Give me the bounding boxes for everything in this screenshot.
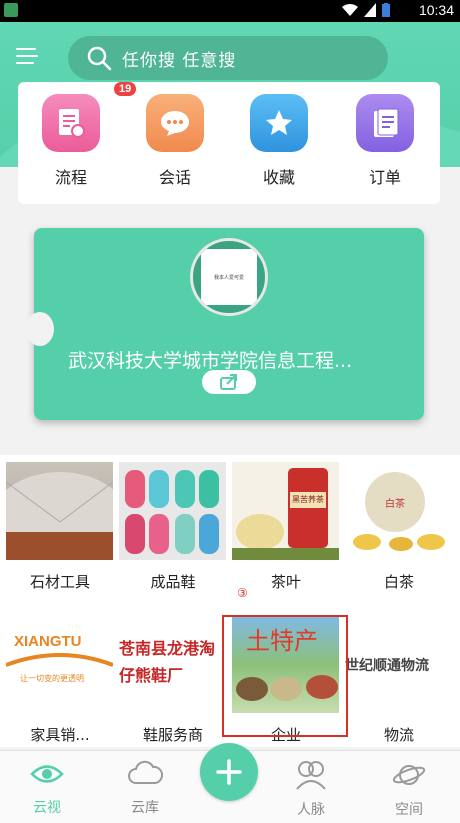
nav-label: 云视 bbox=[33, 800, 61, 816]
product-tile[interactable]: 黑苦荞茶 茶叶 bbox=[232, 462, 340, 592]
search-bar[interactable]: 任你搜 任意搜 bbox=[68, 36, 388, 80]
product-image-shoe-factory: 苍南县龙港淘仔熊鞋厂 bbox=[119, 615, 226, 713]
avatar-image: 我本人爱可爱 bbox=[201, 249, 257, 305]
product-tile[interactable]: 苍南县龙港淘仔熊鞋厂 鞋服务商 bbox=[119, 615, 227, 745]
quick-action-orders[interactable]: 订单 bbox=[350, 94, 420, 188]
plus-icon bbox=[216, 759, 242, 785]
organization-name: 武汉科技大学城市学院信息工程... bbox=[68, 350, 353, 372]
product-image-text: 黑苦荞茶 bbox=[292, 495, 324, 504]
planet-icon bbox=[392, 765, 426, 785]
logo-text: XIANGTU bbox=[14, 633, 82, 650]
nav-label: 空间 bbox=[395, 802, 423, 818]
annotation-marker: ③ bbox=[237, 586, 248, 600]
product-image-stone-tools bbox=[6, 462, 113, 560]
share-icon bbox=[220, 374, 237, 390]
star-icon bbox=[250, 94, 308, 152]
logo-subtext: 让一切变的更透明 bbox=[20, 674, 84, 683]
product-tile[interactable]: 白茶 白茶 bbox=[345, 462, 453, 592]
product-grid: 石材工具 成品鞋 黑苦荞茶 茶叶 白茶 白茶 XIANGTU 让一切变的更透明 … bbox=[0, 455, 460, 747]
battery-icon bbox=[382, 3, 390, 17]
nav-label: 云库 bbox=[131, 800, 159, 816]
search-icon bbox=[87, 46, 112, 71]
chat-icon bbox=[146, 94, 204, 152]
search-placeholder: 任你搜 任意搜 bbox=[122, 50, 237, 71]
product-caption: 茶叶 bbox=[270, 573, 301, 591]
nav-item-renmai[interactable]: 人脉 bbox=[276, 759, 346, 819]
add-button[interactable] bbox=[200, 743, 258, 801]
status-bar: 10:34 bbox=[0, 0, 460, 22]
status-icons bbox=[342, 3, 390, 17]
product-caption: 成品鞋 bbox=[150, 573, 196, 591]
nav-item-yunshi[interactable]: 云视 bbox=[12, 759, 82, 817]
quick-action-favorites[interactable]: 收藏 bbox=[244, 94, 314, 188]
product-caption: 石材工具 bbox=[29, 573, 90, 591]
avatar[interactable]: 我本人爱可爱 bbox=[190, 238, 268, 316]
quick-action-label: 会话 bbox=[158, 168, 191, 187]
people-icon bbox=[296, 761, 326, 790]
notification-badge: 19 bbox=[114, 82, 137, 96]
quick-actions-card: 流程 19 会话 收藏 订单 bbox=[18, 82, 440, 204]
nav-item-yunku[interactable]: 云库 bbox=[110, 759, 180, 817]
profile-card[interactable]: 我本人爱可爱 武汉科技大学城市学院信息工程... bbox=[26, 228, 424, 420]
product-caption: 企业 bbox=[270, 726, 301, 744]
product-image-local-specialty: 土特产 bbox=[232, 615, 339, 713]
product-image-xiangtu-logo: XIANGTU 让一切变的更透明 bbox=[6, 615, 113, 713]
product-image-tea: 黑苦荞茶 bbox=[232, 462, 339, 560]
product-image-text: 土特产 bbox=[246, 627, 318, 655]
app-notification-icon bbox=[4, 3, 18, 17]
signal-icon bbox=[364, 3, 376, 17]
product-caption: 白茶 bbox=[383, 573, 414, 591]
wifi-icon bbox=[342, 3, 358, 16]
clock: 10:34 bbox=[418, 2, 454, 18]
quick-action-label: 订单 bbox=[368, 168, 401, 187]
product-caption: 鞋服务商 bbox=[142, 726, 203, 744]
share-button[interactable] bbox=[202, 370, 256, 394]
nav-label: 人脉 bbox=[297, 802, 325, 818]
product-tile[interactable]: 成品鞋 bbox=[119, 462, 227, 592]
banner-section: 我本人爱可爱 武汉科技大学城市学院信息工程... bbox=[0, 212, 460, 448]
quick-action-label: 流程 bbox=[54, 168, 87, 187]
product-tile[interactable]: 世纪顺通物流 物流 bbox=[345, 615, 453, 745]
product-tile[interactable]: 石材工具 bbox=[6, 462, 114, 592]
clipboard-icon bbox=[356, 94, 414, 152]
quick-action-chat[interactable]: 会话 bbox=[140, 94, 210, 188]
cloud-icon bbox=[128, 760, 164, 784]
product-image-white-tea: 白茶 bbox=[345, 462, 452, 560]
menu-button[interactable] bbox=[16, 46, 40, 68]
svg-text:白茶: 白茶 bbox=[385, 497, 405, 510]
quick-action-label: 收藏 bbox=[262, 168, 295, 187]
nav-item-kongjian[interactable]: 空间 bbox=[374, 759, 444, 819]
product-tile[interactable]: XIANGTU 让一切变的更透明 家具销... bbox=[6, 615, 114, 745]
product-image-slippers bbox=[119, 462, 226, 560]
product-tile[interactable]: 土特产 企业 bbox=[232, 615, 340, 745]
product-image-text: 世纪顺通物流 bbox=[345, 658, 429, 674]
quick-action-process[interactable]: 流程 bbox=[36, 94, 106, 188]
product-image-text: 苍南县龙港淘仔熊鞋厂 bbox=[119, 639, 216, 685]
eye-icon bbox=[30, 765, 64, 783]
bottom-navigation: 云视 云库 人脉 空间 bbox=[0, 743, 460, 823]
document-icon bbox=[42, 94, 100, 152]
card-notch bbox=[26, 312, 54, 346]
product-image-logistics: 世纪顺通物流 bbox=[345, 615, 452, 713]
product-caption: 家具销... bbox=[30, 726, 90, 744]
product-caption: 物流 bbox=[383, 726, 414, 744]
menu-icon bbox=[16, 48, 36, 50]
